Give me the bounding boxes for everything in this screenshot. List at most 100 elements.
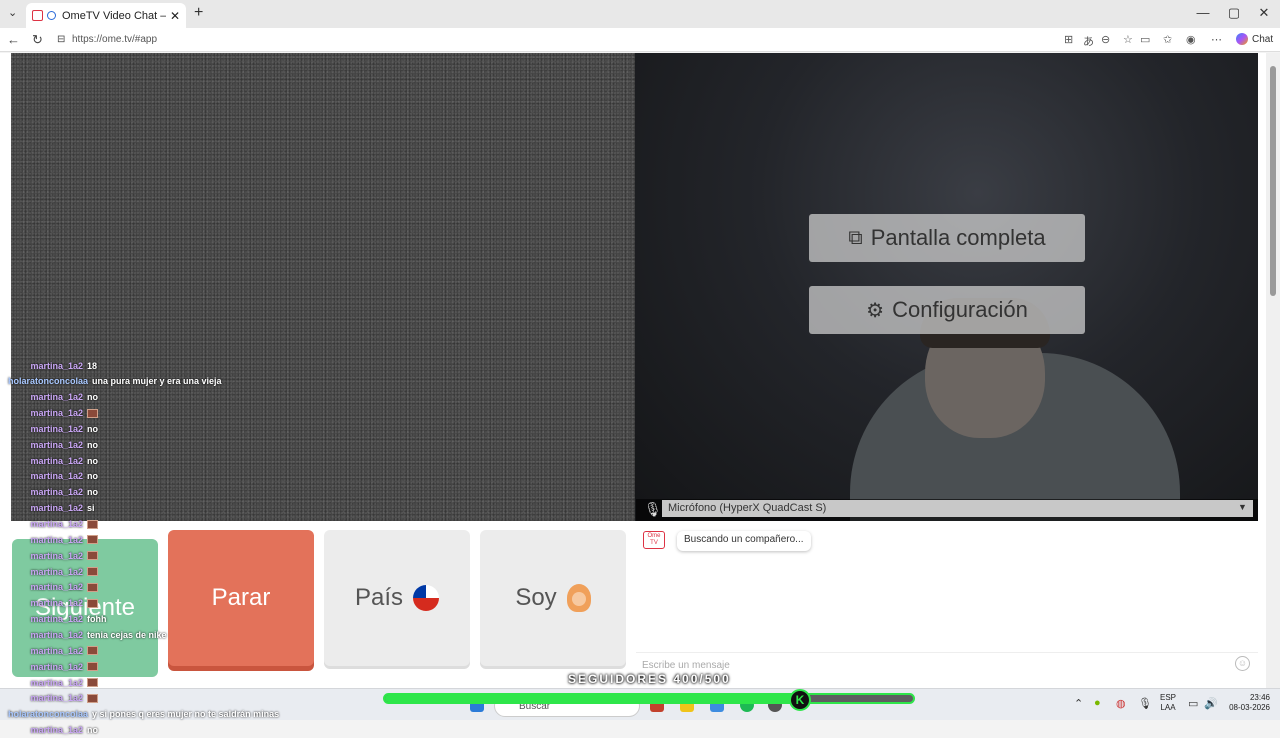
clock[interactable]: 23:46 08-03-2026 (1226, 693, 1270, 713)
stream-chat-message: no (87, 725, 98, 736)
maximize-button[interactable]: ▢ (1224, 5, 1244, 21)
stream-chat-username: martina_1a2 (30, 487, 83, 498)
stream-chat-line: holaratonconcolaa una pura mujer y era un… (0, 374, 222, 389)
emoji-icon[interactable]: ☺ (1235, 656, 1250, 671)
stream-chat-message: no (87, 471, 98, 482)
stream-chat-line: martina_1a2 (0, 532, 98, 547)
reading-mode-icon[interactable]: ⊖ (1101, 33, 1110, 46)
searching-message: Buscando un compañero... (677, 531, 811, 551)
emote-icon (87, 408, 98, 418)
tray-app-icon[interactable]: ● (1094, 697, 1101, 709)
stream-chat-username: martina_1a2 (30, 503, 83, 514)
stream-chat-line: martina_1a2 18 (0, 358, 97, 373)
fullscreen-button[interactable]: ⧉ Pantalla completa (809, 214, 1085, 262)
stream-chat-username: martina_1a2 (30, 423, 83, 434)
chat-divider (636, 652, 1258, 653)
browser-tab[interactable]: OmeTV Video Chat — Omegle ✕ (26, 3, 186, 28)
microphone-icon: 🎙 (644, 501, 662, 517)
stream-chat-username: martina_1a2 (30, 566, 83, 577)
stream-chat-username: martina_1a2 (30, 471, 83, 482)
stream-chat-username: martina_1a2 (30, 582, 83, 593)
stream-chat-message: una pura mujer y era una vieja (92, 376, 222, 387)
stream-chat-line: martina_1a2 (0, 406, 98, 421)
microphone-select[interactable]: Micrófono (HyperX QuadCast S) (662, 500, 1253, 517)
gender-button[interactable]: Soy (480, 530, 626, 666)
tab-close-icon[interactable]: ✕ (170, 9, 180, 23)
network-icon[interactable]: ▭ (1188, 697, 1198, 710)
stream-chat-username: martina_1a2 (30, 392, 83, 403)
url-field[interactable]: https://ome.tv/#app (72, 34, 157, 45)
copilot-icon (1236, 33, 1248, 45)
stop-button[interactable]: Parar (168, 530, 314, 666)
settings-label: Configuración (892, 297, 1028, 322)
tray-app-icon[interactable]: ◍ (1116, 697, 1126, 710)
stream-chat-message: si (87, 503, 95, 514)
fullscreen-icon: ⧉ (848, 226, 863, 249)
keyboard-layout: LAA (1160, 703, 1176, 712)
refresh-icon[interactable]: ↻ (32, 32, 43, 48)
copilot-label: Chat (1252, 33, 1274, 45)
kick-logo-icon: K (789, 689, 811, 711)
tab-list-chevron-icon[interactable]: ⌄ (8, 6, 17, 19)
stream-chat-line: martina_1a2 (0, 517, 98, 532)
stream-chat-username: martina_1a2 (30, 598, 83, 609)
stop-label: Parar (211, 584, 271, 611)
more-menu-icon[interactable]: ⋯ (1211, 33, 1222, 46)
copilot-chat-button[interactable]: Chat (1236, 33, 1273, 45)
address-bar-row: ← ↻ ⊟ https://ome.tv/#app ⊞ あ ⊖ ☆ ▭ ✩ ◉ … (0, 28, 1280, 52)
ometv-logo-icon: Ome TV (643, 531, 665, 549)
profile-avatar-icon[interactable]: ◉ (1186, 33, 1196, 46)
translate-icon[interactable]: あ (1083, 33, 1094, 49)
gear-icon: ⚙ (866, 299, 885, 322)
stream-chat-username: martina_1a2 (30, 455, 83, 466)
stream-chat-line: martina_1a2 (0, 548, 98, 563)
scrollbar-thumb[interactable] (1270, 66, 1276, 296)
stream-chat-line: martina_1a2 tenia cejas de nike (0, 627, 166, 642)
stream-chat-line: martina_1a2 no (0, 723, 98, 738)
back-arrow-icon[interactable]: ← (7, 32, 20, 47)
recording-icon (47, 11, 56, 20)
gender-label: Soy (515, 584, 557, 611)
favorites-icon[interactable]: ✩ (1163, 33, 1172, 46)
message-input[interactable]: Escribe un mensaje (642, 660, 730, 671)
emote-icon (87, 519, 98, 529)
stream-chat-line: martina_1a2 no (0, 421, 98, 436)
new-tab-button[interactable]: + (194, 4, 203, 22)
stream-chat-username: martina_1a2 (30, 550, 83, 561)
stream-chat-message: no (87, 392, 98, 403)
emote-icon (87, 598, 98, 608)
stream-chat-username: martina_1a2 (30, 677, 83, 688)
tray-mic-icon[interactable]: 🎙 (1138, 697, 1152, 710)
settings-button[interactable]: ⚙ Configuración (809, 286, 1085, 334)
stream-chat-line: martina_1a2 (0, 643, 98, 658)
stream-chat-line: holaratonconcolaa y si pones q eres mujer… (0, 707, 279, 722)
dropdown-arrow-icon[interactable]: ▼ (1238, 502, 1247, 512)
stream-chat-username: martina_1a2 (30, 629, 83, 640)
emote-icon (87, 535, 98, 545)
minimize-button[interactable]: — (1193, 5, 1213, 20)
clock-date: 08-03-2026 (1229, 703, 1270, 712)
stream-chat-line: martina_1a2 (0, 564, 98, 579)
followers-goal-label: SEGUIDORES 400/500 (568, 672, 731, 686)
stream-chat-line: martina_1a2 no (0, 453, 98, 468)
screen-share-icon[interactable]: ▭ (1140, 33, 1150, 46)
language-indicator[interactable]: ESP LAA (1160, 693, 1176, 713)
stream-chat-line: martina_1a2 no (0, 485, 98, 500)
app-available-icon[interactable]: ⊞ (1064, 33, 1073, 46)
stream-chat-line: martina_1a2 (0, 675, 98, 690)
fullscreen-label: Pantalla completa (870, 225, 1046, 250)
country-button[interactable]: País (324, 530, 470, 666)
emote-icon (87, 646, 98, 656)
close-window-button[interactable]: ✕ (1254, 5, 1274, 21)
emote-icon (87, 693, 98, 703)
volume-icon[interactable]: 🔊 (1204, 697, 1218, 710)
favorite-star-icon[interactable]: ☆ (1123, 33, 1133, 46)
stream-chat-line: martina_1a2 no (0, 390, 98, 405)
chile-flag-icon (413, 585, 440, 611)
partner-video-static (11, 53, 635, 521)
site-info-icon[interactable]: ⊟ (57, 34, 65, 45)
stream-chat-line: martina_1a2 (0, 691, 98, 706)
stream-chat-username: martina_1a2 (30, 645, 83, 656)
language-code: ESP (1160, 693, 1177, 702)
tray-chevron-icon[interactable]: ⌃ (1074, 697, 1083, 710)
